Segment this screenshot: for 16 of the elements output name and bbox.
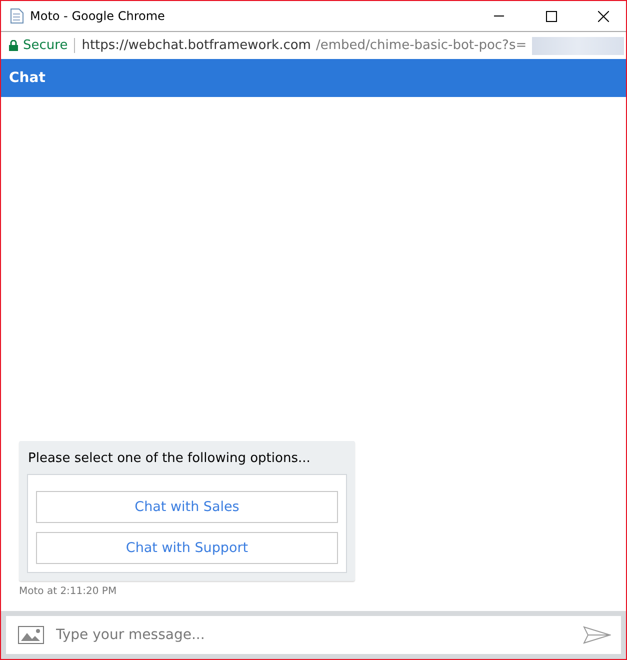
security-label: Secure [23,38,75,53]
maximize-icon[interactable] [546,10,556,22]
close-icon[interactable] [598,10,608,22]
page-icon [10,8,24,24]
message-timestamp: Moto at 2:11:20 PM [19,586,118,597]
lock-icon [9,40,18,51]
url-path[interactable]: /embed/chime-basic-bot-poc?s= [316,38,527,53]
message-text: Please select one of the following options... [28,451,312,466]
image-upload-icon[interactable] [18,626,44,644]
message-field[interactable]: Type your message... [6,616,621,654]
option-button[interactable]: Chat with Support [36,532,338,564]
window-title: Moto - Google Chrome [30,9,166,23]
url-host[interactable]: https://webchat.botframework.com [80,38,311,53]
option-button[interactable]: Chat with Sales [36,491,338,523]
send-icon[interactable] [583,626,611,644]
chat-header: Chat [1,59,626,97]
